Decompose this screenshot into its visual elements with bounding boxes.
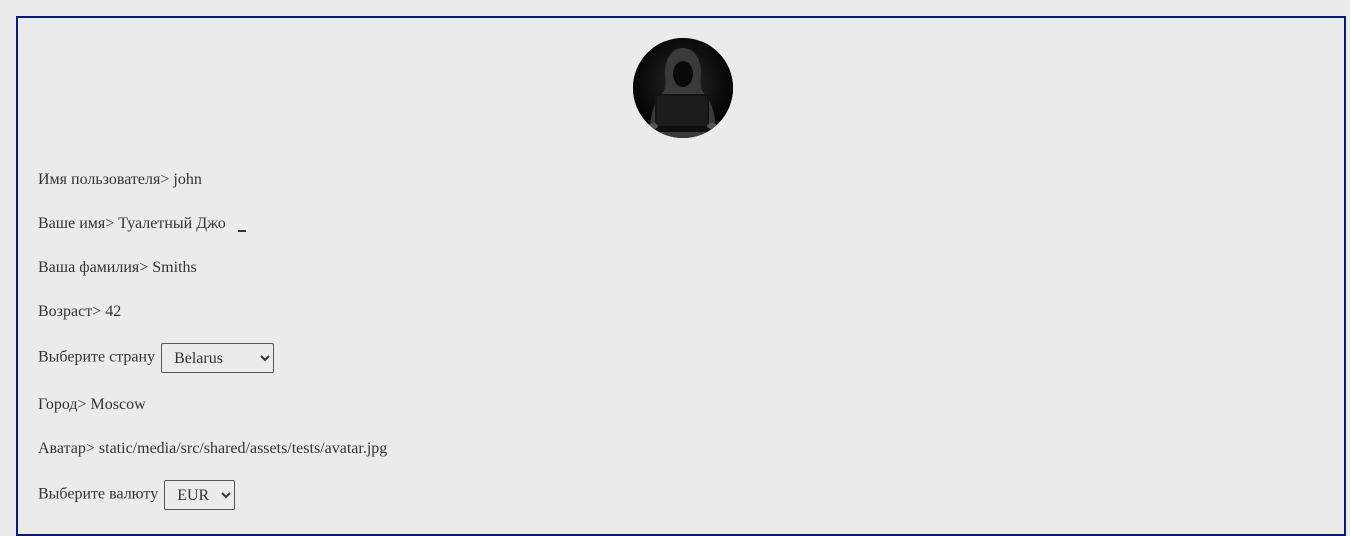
currency-label: Выберите валюту xyxy=(38,485,159,503)
country-label: Выберите страну xyxy=(38,348,156,366)
first-name-label: Ваше имя> xyxy=(38,215,115,232)
avatar-image xyxy=(633,38,733,138)
username-label: Имя пользователя> xyxy=(38,171,170,188)
country-select[interactable]: Belarus xyxy=(161,343,275,373)
username-value: john xyxy=(173,171,202,188)
age-value: 42 xyxy=(105,303,122,320)
country-row: Выберите страну Belarus xyxy=(38,343,275,373)
first-name-row: Ваше имя> Туалетный Джо xyxy=(38,214,246,234)
last-name-label: Ваша фамилия> xyxy=(38,259,149,276)
last-name-value: Smiths xyxy=(152,259,197,276)
avatar-path-label: Аватар> xyxy=(38,440,95,457)
currency-row: Выберите валюту EUR xyxy=(38,480,236,510)
city-label: Город> xyxy=(38,396,87,413)
hooded-hacker-avatar-icon xyxy=(633,38,733,138)
currency-select[interactable]: EUR xyxy=(164,480,236,510)
text-cursor xyxy=(237,230,246,232)
age-row: Возраст> 42 xyxy=(38,302,121,322)
city-row: Город> Moscow xyxy=(38,395,146,415)
age-label: Возраст> xyxy=(38,303,102,320)
avatar-path-value: static/media/src/shared/assets/tests/ava… xyxy=(98,440,388,457)
first-name-value: Туалетный Джо xyxy=(118,215,226,232)
avatar-path-row: Аватар> static/media/src/shared/assets/t… xyxy=(38,439,387,459)
last-name-row: Ваша фамилия> Smiths xyxy=(38,258,197,278)
profile-card: Имя пользователя> john Ваше имя> Туалетн… xyxy=(16,16,1346,536)
username-row: Имя пользователя> john xyxy=(38,170,202,190)
city-value: Moscow xyxy=(90,396,146,413)
